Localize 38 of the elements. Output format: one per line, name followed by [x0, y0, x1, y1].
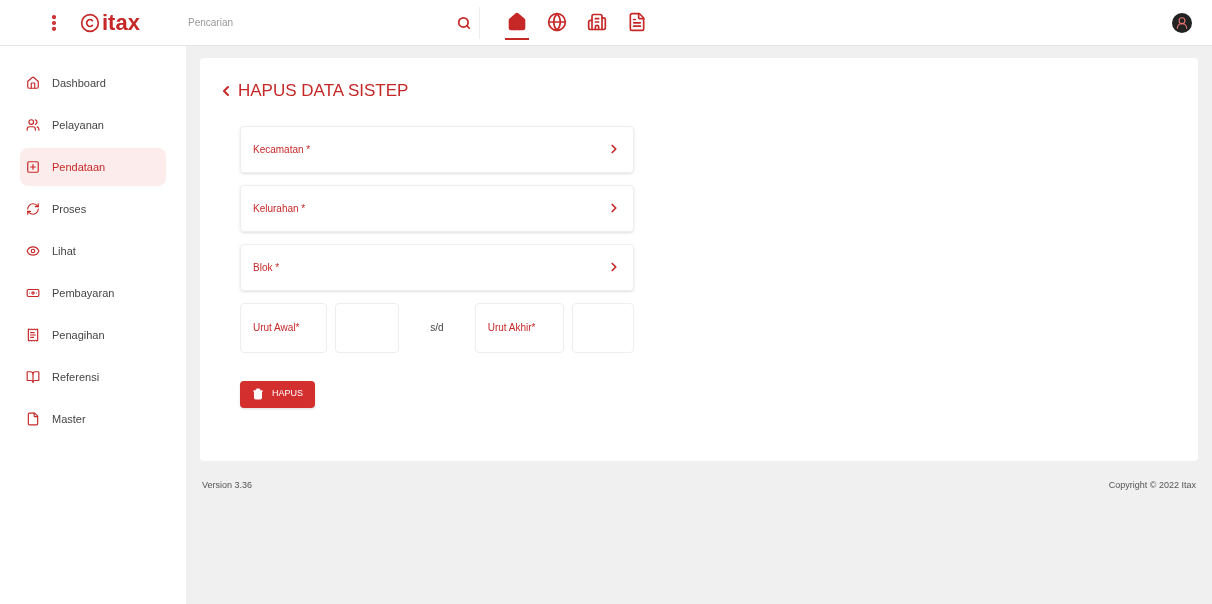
refresh-icon: [26, 202, 40, 216]
banknote-icon: [26, 286, 40, 300]
sidebar-item[interactable]: Lihat: [20, 232, 166, 270]
logo-text: itax: [102, 11, 140, 34]
select-field[interactable]: Kecamatan *: [240, 125, 634, 173]
globe-icon: [547, 11, 567, 32]
receipt-icon: [26, 328, 40, 342]
book-icon: [26, 370, 40, 384]
plus-square-icon: [26, 160, 40, 174]
building-icon: [587, 11, 607, 32]
home-icon: [26, 76, 40, 90]
search-field[interactable]: Pencarian: [180, 6, 440, 39]
sidebar-item[interactable]: Proses: [20, 190, 166, 228]
copyright-text: Copyright © 2022 Itax: [1108, 479, 1196, 493]
sidebar-item[interactable]: Pelayanan: [20, 106, 166, 144]
users-icon: [26, 118, 40, 132]
sidebar-item[interactable]: Master: [20, 400, 166, 438]
back-link[interactable]: HAPUS DATA SISTEP: [218, 78, 409, 104]
home-icon: [507, 11, 527, 32]
trash-icon: [252, 388, 264, 400]
range-separator: s/d: [429, 321, 445, 335]
avatar-icon[interactable]: [1172, 12, 1192, 33]
logo-icon: [80, 12, 100, 33]
select-field[interactable]: Kelurahan *: [240, 184, 634, 232]
field-label: Urut Awal*: [240, 302, 328, 353]
sidebar-item[interactable]: Pendataan: [20, 148, 166, 186]
sidebar-item[interactable]: Penagihan: [20, 316, 166, 354]
search-icon[interactable]: [457, 15, 471, 30]
sidebar-item[interactable]: Dashboard: [20, 64, 166, 102]
sidebar-item[interactable]: Referensi: [20, 358, 166, 396]
document-icon: [627, 11, 647, 32]
select-field[interactable]: Blok *: [240, 243, 634, 291]
delete-button[interactable]: HAPUS: [240, 380, 315, 408]
version-text: Version 3.36: [202, 479, 253, 493]
file-icon: [26, 412, 40, 426]
field-label: Urut Akhir*: [474, 302, 564, 353]
eye-icon: [26, 244, 40, 258]
sidebar-item[interactable]: Pembayaran: [20, 274, 166, 312]
